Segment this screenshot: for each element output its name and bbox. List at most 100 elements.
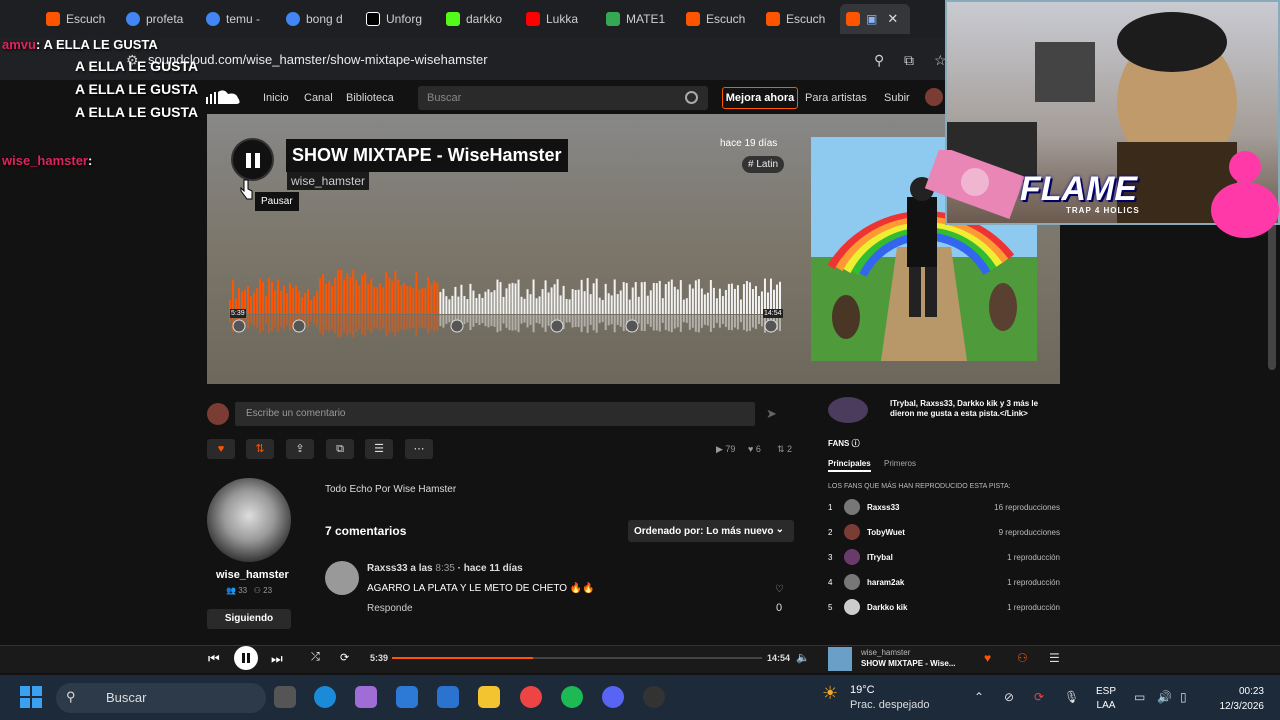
waveform[interactable] <box>229 270 782 340</box>
comment-input[interactable]: Escribe un comentario <box>235 402 755 426</box>
sync-icon[interactable]: ⟳ <box>1034 690 1044 704</box>
outlook-icon[interactable] <box>437 686 459 708</box>
waveform-comment-avatar[interactable] <box>550 319 564 333</box>
mic-icon[interactable]: 🎙 <box>1064 690 1079 704</box>
browser-tab[interactable]: Escuch <box>680 4 760 34</box>
store-icon[interactable] <box>396 686 418 708</box>
waveform-comment-avatar[interactable] <box>232 319 246 333</box>
fan-row[interactable]: 2 TobyWuet 9 reproducciones <box>828 524 1060 542</box>
waveform-comment-avatar[interactable] <box>764 319 778 333</box>
for-artists-link[interactable]: Para artistas <box>805 92 867 104</box>
weather-text[interactable]: Prac. despejado <box>850 699 930 711</box>
progress-bar[interactable] <box>392 657 762 659</box>
heart-icon[interactable]: ♥ <box>984 651 991 665</box>
heart-icon[interactable]: ♡ <box>775 584 784 595</box>
repost-button[interactable]: ⇅ <box>246 439 274 459</box>
fan-row[interactable]: 5 Darkko kik 1 reproducción <box>828 599 1060 617</box>
edge-icon[interactable] <box>314 686 336 708</box>
browser-tab[interactable]: MATE1 <box>600 4 680 34</box>
install-icon[interactable]: ⧉ <box>904 52 914 69</box>
waveform-reflection <box>322 315 325 335</box>
next-icon[interactable]: ⏭ <box>271 651 283 667</box>
waveform-reflection <box>469 315 472 331</box>
shuffle-icon[interactable]: ⤮ <box>311 651 320 664</box>
fan-row[interactable]: 3 ITrybal 1 reproducción <box>828 549 1060 567</box>
comment-avatar[interactable] <box>325 561 359 595</box>
info-icon[interactable]: ⓘ <box>852 439 860 448</box>
waveform-bar <box>253 292 256 314</box>
now-playing-thumbnail[interactable] <box>828 647 852 671</box>
spotify-icon[interactable] <box>561 686 583 708</box>
weather-temp[interactable]: 19°C <box>850 684 875 696</box>
battery-icon[interactable]: ▯ <box>1180 690 1187 704</box>
fan-row[interactable]: 1 Raxss33 16 reproducciones <box>828 499 1060 517</box>
waveform-reflection <box>346 315 349 336</box>
browser-tab[interactable]: bong d <box>280 4 360 34</box>
search-input[interactable]: Buscar <box>418 86 708 110</box>
user-avatar[interactable] <box>925 88 943 106</box>
like-button[interactable]: ♥ <box>207 439 235 459</box>
genre-tag[interactable]: # Latin <box>742 156 785 173</box>
chrome-icon[interactable] <box>520 686 542 708</box>
display-icon[interactable]: ▭ <box>1134 690 1145 704</box>
now-playing-title[interactable]: SHOW MIXTAPE - Wise... <box>861 659 955 668</box>
queue-icon[interactable]: ☰ <box>1049 651 1060 665</box>
taskbar-search[interactable]: Buscar <box>56 683 266 713</box>
search-icon[interactable]: ⚲ <box>874 52 884 69</box>
taskview-icon[interactable] <box>274 686 296 708</box>
nav-home[interactable]: Inicio <box>263 92 289 104</box>
waveform-reflection <box>409 315 412 329</box>
pause-button[interactable] <box>231 138 274 181</box>
likers-avatars[interactable] <box>828 397 868 423</box>
chevron-up-icon[interactable]: ⌃ <box>974 690 984 704</box>
following-button[interactable]: Siguiendo <box>207 609 291 629</box>
browser-tab[interactable]: Lukka <box>520 4 600 34</box>
upload-link[interactable]: Subir <box>884 92 910 104</box>
track-artist[interactable]: wise_hamster <box>287 172 370 190</box>
clock[interactable]: 00:23 12/3/2026 <box>1208 684 1265 714</box>
browser-tab[interactable]: Escuch <box>760 4 840 34</box>
volume-icon[interactable]: 🔊 <box>1157 690 1172 704</box>
tab-first-fans[interactable]: Primeros <box>884 459 916 468</box>
more-button[interactable]: ⋯ <box>405 439 433 459</box>
sort-dropdown[interactable]: Ordenado por: Lo más nuevo ⌄ <box>628 520 794 542</box>
profile-name[interactable]: wise_hamster <box>216 569 289 581</box>
volume-icon[interactable]: 🔈 <box>796 651 810 664</box>
browser-tab[interactable]: profeta <box>120 4 200 34</box>
folder-icon[interactable] <box>478 686 500 708</box>
url-field[interactable]: soundcloud.com/wise_hamster/show-mixtape… <box>148 52 488 67</box>
waveform-comment-avatar[interactable] <box>292 319 306 333</box>
browser-tab[interactable]: Unforg <box>360 4 440 34</box>
soundcloud-logo[interactable] <box>206 88 242 106</box>
obs-icon[interactable] <box>643 686 665 708</box>
share-button[interactable]: ⇪ <box>286 439 314 459</box>
reply-button[interactable]: Responde <box>367 603 413 614</box>
send-icon[interactable]: ➤ <box>766 406 777 422</box>
browser-tab[interactable]: darkko <box>440 4 520 34</box>
follow-icon[interactable]: ⚇ <box>1017 651 1028 665</box>
language-indicator[interactable]: ESP LAA <box>1096 685 1116 713</box>
search-icon[interactable] <box>685 91 698 104</box>
upgrade-button[interactable]: Mejora ahora <box>722 87 798 109</box>
nav-feed[interactable]: Canal <box>304 92 333 104</box>
browser-tab[interactable]: temu - <box>200 4 280 34</box>
waveform-comment-avatar[interactable] <box>450 319 464 333</box>
browser-tab-active[interactable]: ▣ ✕ <box>840 4 910 34</box>
fan-row[interactable]: 4 haram2ak 1 reproducción <box>828 574 1060 592</box>
previous-icon[interactable]: ⏮ <box>208 651 220 667</box>
copilot-icon[interactable] <box>355 686 377 708</box>
profile-avatar[interactable] <box>207 478 291 562</box>
add-to-playlist-button[interactable]: ☰ <box>365 439 393 459</box>
nav-library[interactable]: Biblioteca <box>346 92 394 104</box>
windows-start-icon[interactable] <box>20 686 42 708</box>
network-icon[interactable]: ⊘ <box>1004 690 1014 704</box>
tab-top-fans[interactable]: Principales <box>828 459 871 472</box>
repeat-icon[interactable]: ⟳ <box>340 651 349 664</box>
waveform-comment-avatar[interactable] <box>625 319 639 333</box>
player-pause-button[interactable] <box>234 646 258 670</box>
copy-link-button[interactable]: ⧉ <box>326 439 354 459</box>
discord-icon[interactable] <box>602 686 624 708</box>
browser-tab[interactable]: Escuch <box>40 4 120 34</box>
now-playing-artist[interactable]: wise_hamster <box>861 648 910 657</box>
close-icon[interactable]: ✕ <box>887 11 898 27</box>
